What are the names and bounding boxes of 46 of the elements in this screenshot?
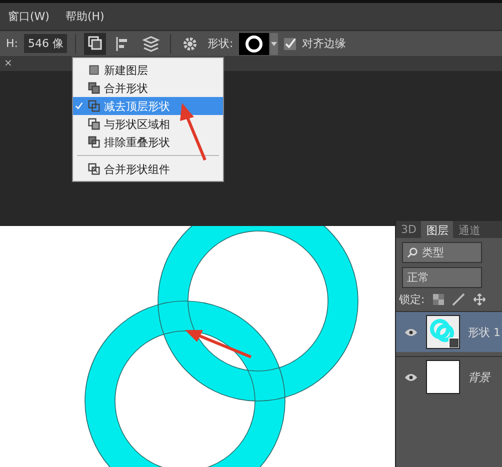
shape-operation-icon <box>88 163 100 175</box>
shape-operation-icon <box>88 82 100 94</box>
eye-icon[interactable] <box>404 372 418 382</box>
lock-label: 锁定: <box>399 292 425 307</box>
move-icon[interactable] <box>472 293 486 306</box>
menu-item[interactable]: 排除重叠形状 <box>73 133 223 151</box>
shape-operation-icon <box>88 118 100 130</box>
arrow-annotation <box>183 327 253 359</box>
panel-tab[interactable]: 通道 <box>453 221 486 238</box>
shape-operation-icon <box>88 64 100 76</box>
shape-label: 形状: <box>207 36 234 51</box>
menu-item[interactable]: 帮助(H) <box>65 9 104 24</box>
caret-icon <box>271 42 278 46</box>
menu-item[interactable]: 与形状区域相 <box>73 115 223 133</box>
align-edges-checkbox[interactable] <box>284 38 296 50</box>
shape-operation-icon <box>88 136 100 148</box>
path-operations-icon[interactable] <box>84 32 106 54</box>
filter-dropdown[interactable]: 类型 <box>402 242 482 263</box>
layer-name: 背景 <box>468 370 490 384</box>
layer-row[interactable]: 形状 1 <box>396 311 502 352</box>
menu-item[interactable]: 合并形状组件 <box>73 160 223 178</box>
close-tab-button[interactable]: × <box>4 58 12 69</box>
panel-tab[interactable]: 图层 <box>421 221 454 238</box>
layer-thumbnail <box>426 315 460 349</box>
shape-dropdown[interactable] <box>270 32 278 54</box>
height-label: H: <box>6 37 18 50</box>
shape-operation-icon <box>88 100 100 112</box>
layer-row[interactable]: 背景 <box>396 356 502 397</box>
checkerboard-icon[interactable] <box>432 294 444 305</box>
eye-icon[interactable] <box>404 328 418 336</box>
blend-mode-dropdown[interactable]: 正常 <box>402 267 482 288</box>
checkmark-icon <box>75 102 83 110</box>
menu-item[interactable]: 窗口(W) <box>8 9 50 24</box>
menu-item[interactable]: 新建图层 <box>73 61 223 79</box>
menu-item[interactable]: 减去顶层形状 <box>73 97 223 115</box>
align-edges-label: 对齐边缘 <box>302 36 346 51</box>
arrow-annotation <box>178 102 208 162</box>
shape-preview-icon[interactable] <box>239 32 270 54</box>
panel-tab[interactable]: 3D <box>396 221 422 238</box>
search-icon <box>407 247 418 258</box>
layer-thumbnail <box>426 360 460 394</box>
menu-item[interactable]: 合并形状 <box>73 79 223 97</box>
height-field[interactable]: 546 像 <box>24 34 68 53</box>
layer-name: 形状 1 <box>468 324 500 340</box>
filter-label: 类型 <box>422 245 444 260</box>
brush-icon[interactable] <box>452 293 465 306</box>
